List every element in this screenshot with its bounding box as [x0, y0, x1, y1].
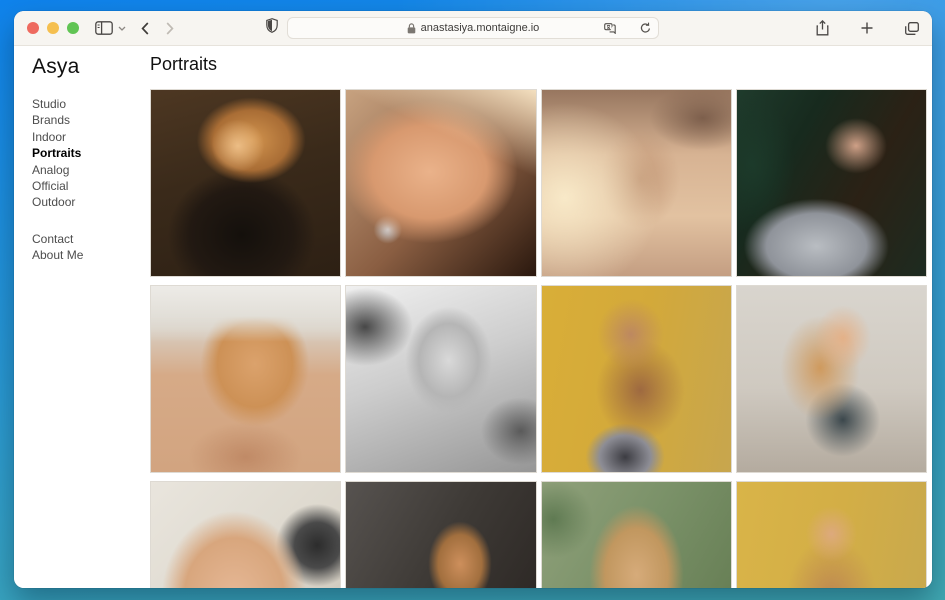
toolbar-nav-icons: [95, 21, 174, 35]
photo-windblown-hair-portrait[interactable]: [540, 481, 732, 588]
sidebar-item-about-me[interactable]: About Me: [32, 247, 149, 263]
chevron-right-icon: [166, 21, 174, 35]
chevron-down-icon: [118, 26, 126, 31]
close-window-button[interactable]: [27, 22, 39, 34]
tab-overview-button[interactable]: [905, 21, 919, 35]
new-tab-button[interactable]: [861, 22, 873, 34]
translate-button[interactable]: [604, 22, 618, 34]
photo-grid: [150, 89, 927, 588]
sidebar-item-outdoor[interactable]: Outdoor: [32, 194, 149, 210]
photo-golden-hour-portrait[interactable]: [150, 89, 342, 277]
photo-moody-warm-light-portrait[interactable]: [345, 481, 537, 588]
browser-window: anastasiya.montaigne.io Asya Studio Bran…: [14, 11, 932, 588]
minimize-window-button[interactable]: [47, 22, 59, 34]
window-controls: [27, 22, 79, 34]
sidebar-item-brands[interactable]: Brands: [32, 112, 149, 128]
photo-yellow-sunglasses-portrait[interactable]: [735, 481, 927, 588]
photo-sunlit-face-closeup[interactable]: [345, 89, 537, 277]
tab-overview-icon: [905, 21, 919, 35]
sidebar-item-studio[interactable]: Studio: [32, 96, 149, 112]
sidebar-item-official[interactable]: Official: [32, 178, 149, 194]
photo-wristwatch-closeup-portrait[interactable]: [150, 481, 342, 588]
browser-toolbar: anastasiya.montaigne.io: [14, 11, 932, 46]
page-content: Asya Studio Brands Indoor Portraits Analog Of…: [14, 46, 932, 588]
lock-icon: [407, 22, 415, 33]
photo-forest-portrait[interactable]: [735, 89, 927, 277]
forward-button[interactable]: [166, 21, 174, 35]
privacy-shield-icon: [266, 18, 278, 33]
sidebar-item-portraits[interactable]: Portraits: [32, 145, 149, 161]
address-bar[interactable]: anastasiya.montaigne.io: [287, 17, 659, 39]
sidebar-nav-secondary: Contact About Me: [32, 231, 149, 264]
share-button[interactable]: [816, 20, 829, 36]
sidebar-item-indoor[interactable]: Indoor: [32, 129, 149, 145]
reload-icon: [640, 22, 650, 33]
plus-icon: [861, 22, 873, 34]
sidebar-toggle-button[interactable]: [95, 21, 113, 35]
page-title: Portraits: [150, 54, 218, 74]
photo-beach-portrait[interactable]: [150, 285, 342, 473]
sidebar: Asya Studio Brands Indoor Portraits Analog Of…: [14, 46, 149, 588]
url-text: anastasiya.montaigne.io: [420, 22, 540, 34]
chevron-left-icon: [141, 21, 149, 35]
reload-button[interactable]: [640, 22, 651, 34]
photo-city-crop-top-portrait[interactable]: [735, 285, 927, 473]
zoom-window-button[interactable]: [67, 22, 79, 34]
back-button[interactable]: [141, 21, 149, 35]
sidebar-item-contact[interactable]: Contact: [32, 231, 149, 247]
share-icon: [816, 20, 829, 36]
translate-icon: [604, 22, 616, 34]
photo-bw-floral-portrait[interactable]: [345, 285, 537, 473]
sidebar-item-analog[interactable]: Analog: [32, 162, 149, 178]
privacy-report-button[interactable]: [266, 18, 278, 33]
photo-yellow-gingham-portrait[interactable]: [540, 285, 732, 473]
main-area: Portraits: [149, 46, 932, 588]
site-title: Asya: [32, 55, 80, 78]
sidebar-nav-primary: Studio Brands Indoor Portraits Analog Officia…: [32, 96, 149, 211]
sidebar-toggle-icon: [95, 21, 113, 35]
toolbar-right-icons: [816, 20, 919, 36]
photo-hazy-backlit-portrait[interactable]: [540, 89, 732, 277]
sidebar-menu-button[interactable]: [118, 26, 126, 31]
